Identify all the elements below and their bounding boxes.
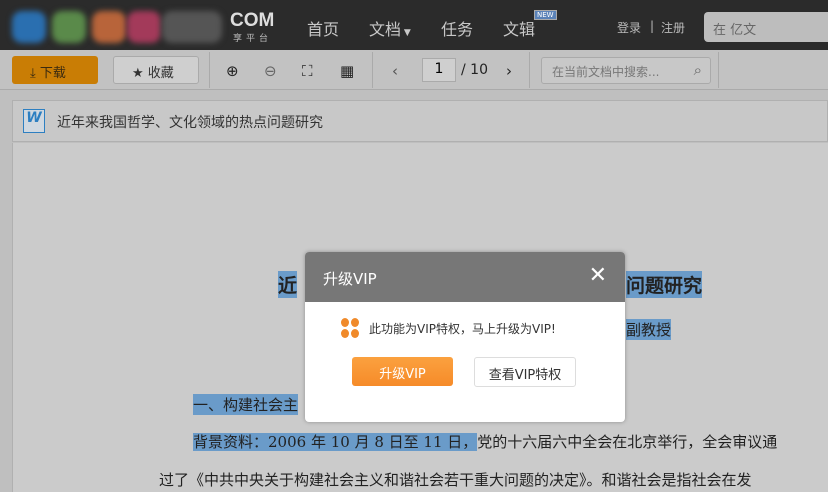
register-link[interactable]: 注册 <box>661 19 685 36</box>
logo-blob <box>162 11 222 43</box>
paragraph-text: 党的十六届六中全会在北京举行，全会审议通 <box>477 433 778 451</box>
doc-heading-right: 问题研究 <box>626 271 703 298</box>
doc-search-input[interactable]: 在当前文档中搜索... ⌕ <box>541 57 711 84</box>
chevron-down-icon: ▼ <box>401 28 411 38</box>
nav-home[interactable]: 首页 <box>307 16 339 40</box>
close-icon[interactable]: ✕ <box>589 263 607 288</box>
top-nav: COM 享平台 首页 文档 ▼ 任务 文辑 NEW 登录 | 注册 在 亿文 <box>0 0 828 50</box>
dialog-header: 升级VIP ✕ <box>305 252 625 302</box>
logo-subtext: 享平台 <box>233 34 273 44</box>
highlighted-text: 背景资料：2006 年 10 月 8 日至 11 日， <box>193 433 478 451</box>
nav-tasks[interactable]: 任务 <box>441 16 473 40</box>
nav-docs[interactable]: 文档 ▼ <box>369 16 411 40</box>
divider <box>372 52 373 88</box>
view-vip-benefits-button[interactable]: 查看VIP特权 <box>474 357 576 387</box>
download-button[interactable]: ⤓ 下载 <box>12 56 98 84</box>
dialog-message: 此功能为VIP特权，马上升级为VIP! <box>341 318 556 338</box>
auth-separator: | <box>650 19 655 33</box>
zoom-in-icon[interactable]: ⊕ <box>226 62 239 80</box>
download-icon: ⤓ <box>30 66 40 81</box>
divider <box>718 52 719 88</box>
doc-section-heading: 一、构建社会主 <box>193 394 299 415</box>
logo-blob <box>92 11 126 43</box>
logo-blob <box>127 11 161 43</box>
doc-author: 副教授 <box>626 319 672 340</box>
doc-search-placeholder: 在当前文档中搜索... <box>552 65 660 79</box>
doc-toolbar: ⤓ 下载 ★ 收藏 ⊕ ⊖ ⛶ ▦ ‹ 1 / 10 › 在当前文档中搜索...… <box>0 50 828 90</box>
logo-text: COM <box>230 10 275 31</box>
divider <box>209 52 210 88</box>
upgrade-vip-dialog: 升级VIP ✕ 此功能为VIP特权，马上升级为VIP! 升级VIP 查看VIP特… <box>305 252 625 422</box>
nav-collections[interactable]: 文辑 <box>503 16 535 40</box>
doc-heading-left: 近 <box>278 271 298 298</box>
logo-blob <box>52 11 86 43</box>
clover-icon <box>341 318 359 338</box>
page-number-input[interactable]: 1 <box>422 58 456 82</box>
doc-header: W 近年来我国哲学、文化领域的热点问题研究 <box>12 100 828 142</box>
doc-paragraph-2: 过了《中共中央关于构建社会主义和谐社会若干重大问题的决定》。和谐社会是指社会在发 <box>159 471 752 489</box>
page-total: / 10 <box>461 62 488 78</box>
nav-docs-label: 文档 <box>369 20 402 39</box>
download-label: 下载 <box>39 66 66 81</box>
site-logo[interactable] <box>12 8 227 44</box>
new-badge: NEW <box>534 10 557 20</box>
divider <box>529 52 530 88</box>
favorite-label: 收藏 <box>147 66 174 81</box>
login-link[interactable]: 登录 <box>617 19 641 36</box>
favorite-button[interactable]: ★ 收藏 <box>113 56 199 84</box>
dialog-message-text: 此功能为VIP特权，马上升级为VIP! <box>369 321 556 336</box>
doc-title: 近年来我国哲学、文化领域的热点问题研究 <box>57 115 323 131</box>
logo-blob <box>12 11 46 43</box>
search-icon[interactable]: ⌕ <box>694 61 702 79</box>
star-icon: ★ <box>132 66 148 81</box>
word-file-icon: W <box>23 109 45 133</box>
site-search-input[interactable]: 在 亿文 <box>704 12 828 42</box>
prev-page-icon[interactable]: ‹ <box>392 62 398 80</box>
zoom-out-icon[interactable]: ⊖ <box>264 62 277 80</box>
grid-view-icon[interactable]: ▦ <box>340 62 354 80</box>
upgrade-vip-button[interactable]: 升级VIP <box>352 357 453 386</box>
fullscreen-icon[interactable]: ⛶ <box>302 62 313 80</box>
next-page-icon[interactable]: › <box>506 62 512 80</box>
dialog-title: 升级VIP <box>323 270 377 288</box>
doc-paragraph-1: 背景资料：2006 年 10 月 8 日至 11 日，党的十六届六中全会在北京举… <box>193 431 777 452</box>
